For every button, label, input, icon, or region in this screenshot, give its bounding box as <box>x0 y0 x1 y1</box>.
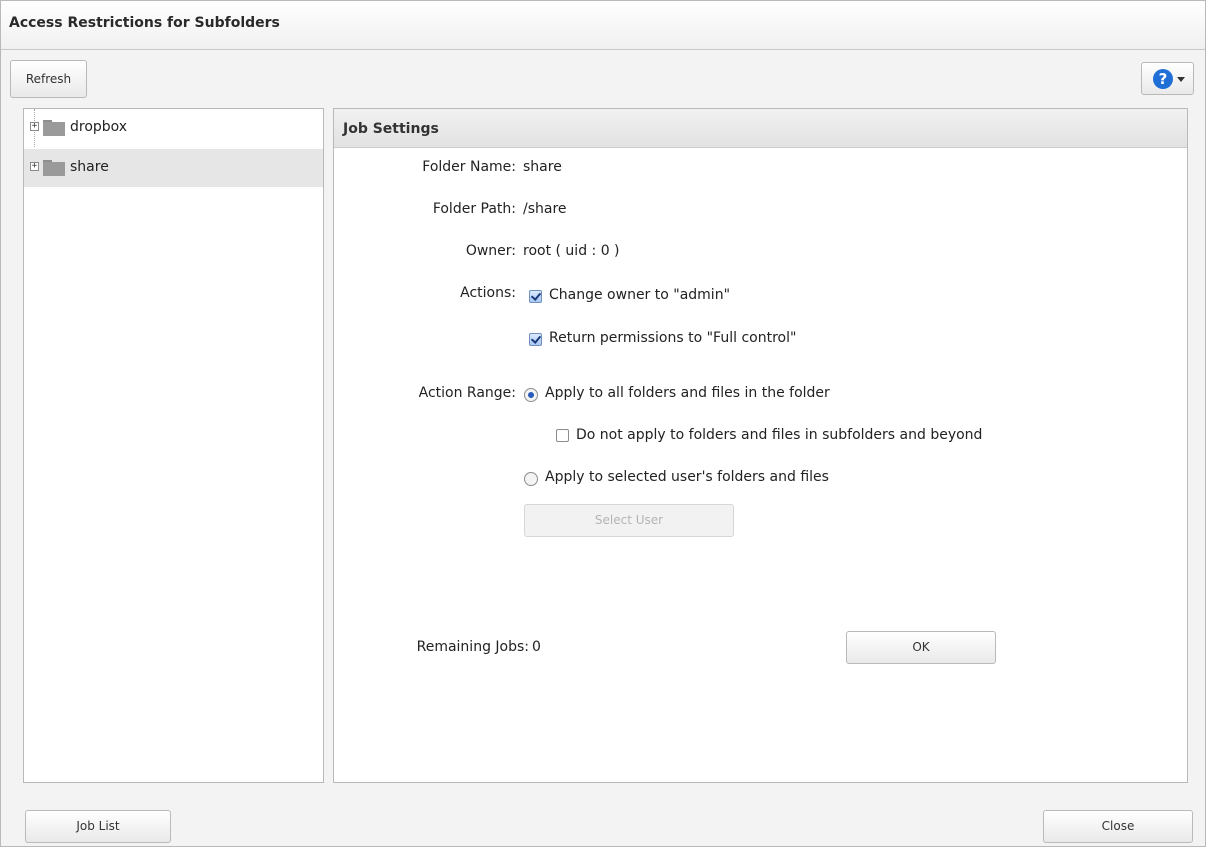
folder-path-label: Folder Path: <box>432 201 516 217</box>
folder-icon <box>43 120 65 136</box>
help-menu-button[interactable]: ? <box>1141 62 1194 95</box>
expand-icon[interactable]: + <box>30 162 39 171</box>
folder-icon <box>43 160 65 176</box>
owner-value: root ( uid : 0 ) <box>523 243 620 259</box>
dialog-window: Access Restrictions for Subfolders Refre… <box>0 0 1206 847</box>
apply-selected-user-radio[interactable] <box>524 472 538 486</box>
close-button[interactable]: Close <box>1043 810 1193 843</box>
no-subfolders-label: Do not apply to folders and files in sub… <box>576 427 983 443</box>
folder-path-value: /share <box>523 201 567 217</box>
return-permissions-checkbox[interactable] <box>529 333 542 346</box>
refresh-button-label: Refresh <box>25 72 72 86</box>
action-range-label: Action Range: <box>418 385 516 401</box>
tree-item-share[interactable]: + share <box>24 149 323 187</box>
job-list-button[interactable]: Job List <box>25 810 171 843</box>
folder-name-value: share <box>523 159 562 175</box>
job-list-label: Job List <box>76 819 120 833</box>
folder-name-label: Folder Name: <box>422 159 516 175</box>
ok-button[interactable]: OK <box>846 631 996 664</box>
apply-all-radio[interactable] <box>524 388 538 402</box>
change-owner-label: Change owner to "admin" <box>549 287 731 303</box>
no-subfolders-checkbox[interactable] <box>556 429 569 442</box>
return-permissions-label: Return permissions to "Full control" <box>549 330 797 346</box>
owner-label: Owner: <box>465 243 516 259</box>
help-icon: ? <box>1153 69 1173 89</box>
select-user-button[interactable]: Select User <box>524 504 734 537</box>
remaining-jobs-value: 0 <box>532 639 541 655</box>
apply-all-label: Apply to all folders and files in the fo… <box>545 385 830 401</box>
job-settings-panel: Job Settings Folder Name: share Folder P… <box>333 108 1188 783</box>
section-header: Job Settings <box>334 109 1187 148</box>
change-owner-checkbox[interactable] <box>529 290 542 303</box>
tree-item-label: dropbox <box>70 119 128 135</box>
select-user-label: Select User <box>594 513 664 527</box>
ok-button-label: OK <box>912 640 930 654</box>
remaining-jobs-label: Remaining Jobs: <box>416 639 529 655</box>
section-title: Job Settings <box>343 121 439 137</box>
tree-item-dropbox[interactable]: + dropbox <box>24 109 323 147</box>
close-label: Close <box>1101 819 1135 833</box>
refresh-button[interactable]: Refresh <box>10 60 87 98</box>
title-bar: Access Restrictions for Subfolders <box>1 1 1205 50</box>
chevron-down-icon <box>1177 77 1185 82</box>
folder-tree-panel: + dropbox + share <box>23 108 324 783</box>
apply-selected-user-label: Apply to selected user's folders and fil… <box>545 469 829 485</box>
tree-item-label: share <box>70 159 109 175</box>
actions-label: Actions: <box>460 285 516 301</box>
expand-icon[interactable]: + <box>30 122 39 131</box>
dialog-title: Access Restrictions for Subfolders <box>9 15 280 31</box>
